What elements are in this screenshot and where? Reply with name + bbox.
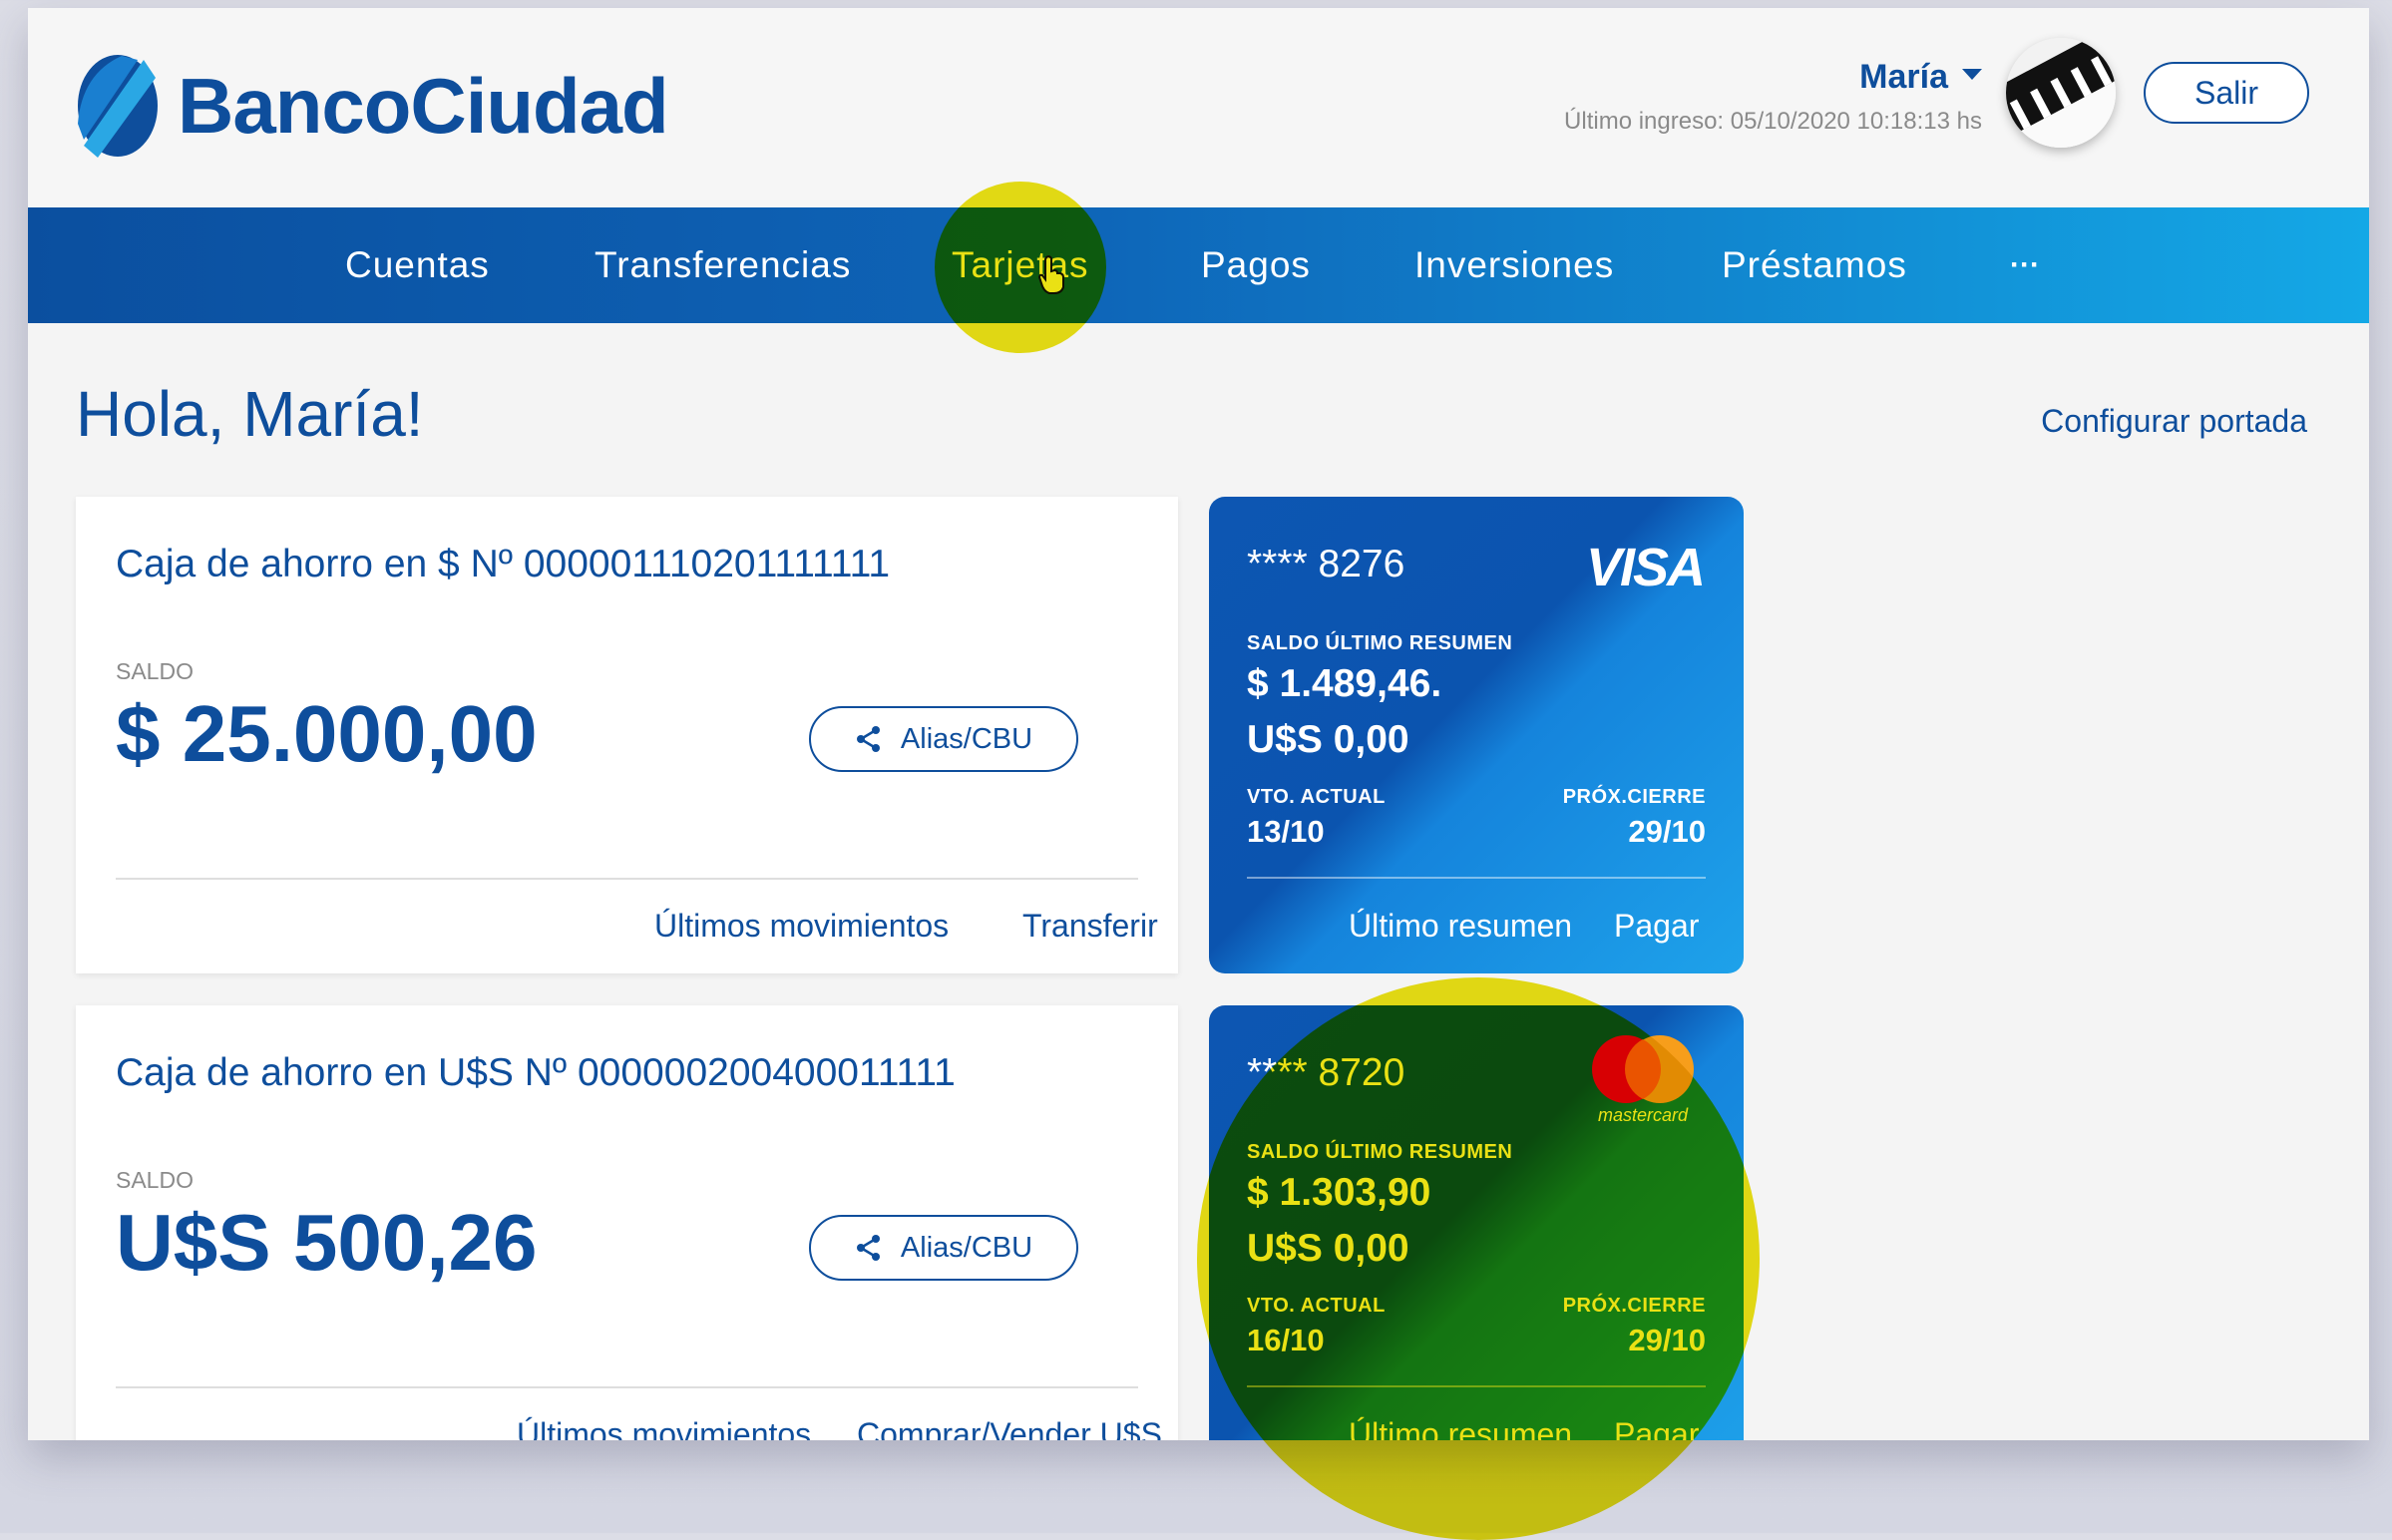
header: BancoCiudad María Último ingreso: 05/10/… [28,8,2369,207]
main-nav: Cuentas Transferencias Tarjetas Pagos In… [28,207,2369,323]
share-icon [856,1235,880,1261]
divider [1247,1385,1706,1387]
summary-label: SALDO ÚLTIMO RESUMEN [1247,1141,1513,1163]
account-card: Caja de ahorro en $ Nº 00000111020111111… [76,497,1178,973]
divider [116,878,1138,880]
due-value: 13/10 [1247,814,1325,849]
amount-usd: U$S 0,00 [1247,718,1409,761]
pay-link[interactable]: Pagar [1614,908,1699,945]
balance-label: SALDO [116,1167,194,1193]
nav-item-cuentas[interactable]: Cuentas [345,207,490,323]
piano-keys-avatar-icon [2006,38,2116,148]
nav-item-inversiones[interactable]: Inversiones [1414,207,1614,323]
credit-card-visa[interactable]: **** 8276 VISA SALDO ÚLTIMO RESUMEN $ 1.… [1209,497,1744,973]
mastercard-icon [1592,1035,1694,1103]
account-card: Caja de ahorro en U$S Nº 000000200400011… [76,1005,1178,1440]
brand-logo[interactable]: BancoCiudad [76,54,669,158]
nav-more-icon[interactable]: ··· [2010,207,2040,323]
brand-name: BancoCiudad [178,61,669,150]
due-value: 16/10 [1247,1323,1325,1357]
close-label: PRÓX.CIERRE [1562,1295,1706,1317]
user-menu[interactable]: María [1859,58,1982,97]
alias-cbu-label: Alias/CBU [900,1231,1033,1264]
card-number: **** 8720 [1247,1051,1405,1094]
configure-home-link[interactable]: Configurar portada [2041,403,2307,440]
hand-cursor-icon [1037,255,1064,294]
nav-item-pagos[interactable]: Pagos [1201,207,1311,323]
alias-cbu-label: Alias/CBU [900,722,1033,755]
amount-ars: $ 1.489,46. [1247,662,1442,705]
mastercard-logo: mastercard [1584,1033,1702,1125]
app-window: BancoCiudad María Último ingreso: 05/10/… [28,8,2369,1440]
last-login: Último ingreso: 05/10/2020 10:18:13 hs [1564,108,1982,135]
account-title: Caja de ahorro en U$S Nº 000000200400011… [116,1051,956,1094]
last-movements-link[interactable]: Últimos movimientos [517,1416,811,1440]
alias-cbu-button[interactable]: Alias/CBU [809,706,1078,772]
last-summary-link[interactable]: Último resumen [1349,1416,1572,1440]
amount-ars: $ 1.303,90 [1247,1171,1431,1214]
summary-label: SALDO ÚLTIMO RESUMEN [1247,632,1513,654]
share-icon [856,726,880,752]
close-value: 29/10 [1628,814,1706,849]
amount-usd: U$S 0,00 [1247,1227,1409,1270]
balance-label: SALDO [116,658,194,684]
balance-value: $ 25.000,00 [116,689,538,778]
due-label: VTO. ACTUAL [1247,1295,1386,1317]
caret-down-icon [1962,69,1982,80]
alias-cbu-button[interactable]: Alias/CBU [809,1215,1078,1281]
banco-ciudad-logo-icon [78,55,158,158]
nav-item-tarjetas[interactable]: Tarjetas [952,207,1089,323]
close-value: 29/10 [1628,1323,1706,1357]
close-label: PRÓX.CIERRE [1562,786,1706,808]
visa-logo: VISA [1585,538,1706,597]
divider [1247,877,1706,879]
nav-item-prestamos[interactable]: Préstamos [1722,207,1907,323]
nav-item-transferencias[interactable]: Transferencias [595,207,851,323]
account-title: Caja de ahorro en $ Nº 00000111020111111… [116,543,891,585]
card-number: **** 8276 [1247,543,1405,585]
divider [116,1386,1138,1388]
pay-link[interactable]: Pagar [1614,1416,1699,1440]
credit-card-mastercard[interactable]: **** 8720 mastercard SALDO ÚLTIMO RESUME… [1209,1005,1744,1440]
last-movements-link[interactable]: Últimos movimientos [654,908,949,945]
page-title: Hola, María! [76,378,424,450]
last-summary-link[interactable]: Último resumen [1349,908,1572,945]
avatar[interactable] [2006,38,2116,148]
user-name: María [1859,58,1948,96]
balance-value: U$S 500,26 [116,1198,538,1287]
buy-sell-usd-link[interactable]: Comprar/Vender U$S [857,1416,1162,1440]
mastercard-wordmark: mastercard [1597,1105,1689,1125]
due-label: VTO. ACTUAL [1247,786,1386,808]
transfer-link[interactable]: Transferir [1022,908,1158,945]
logout-button[interactable]: Salir [2144,62,2309,124]
